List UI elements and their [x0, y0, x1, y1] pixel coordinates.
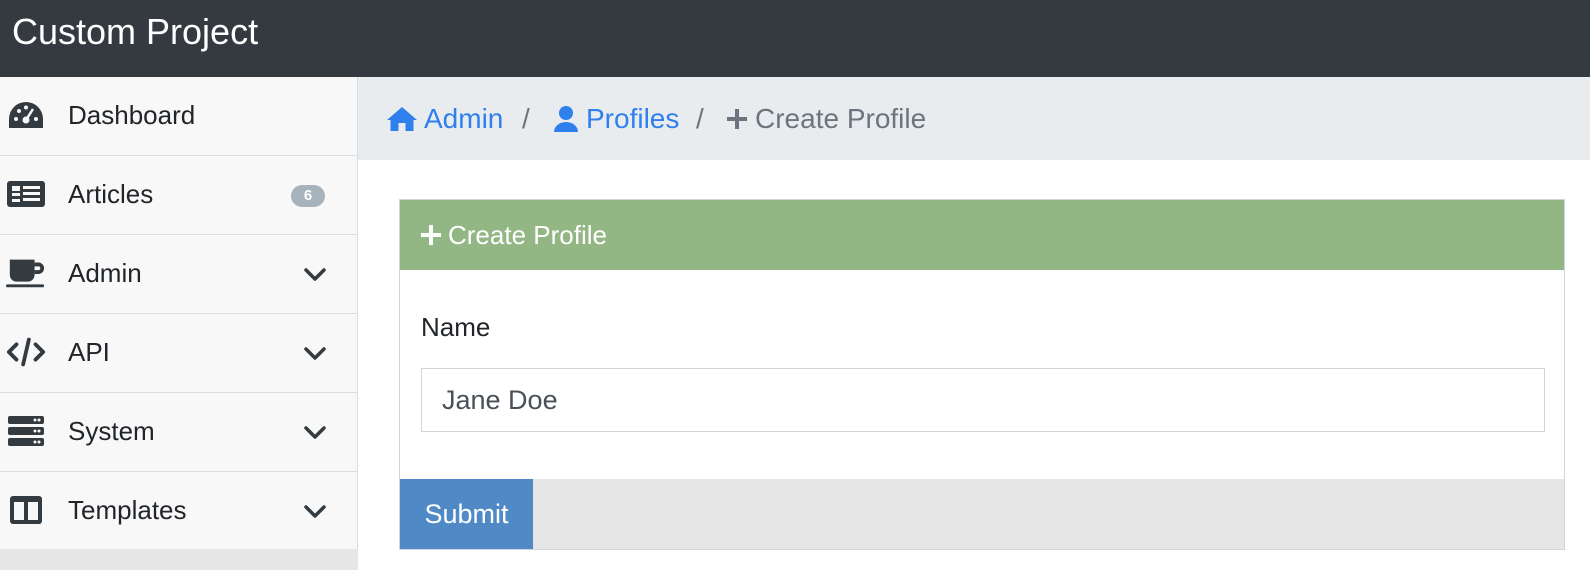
sidebar: Dashboard Articles 6 Admin API System Te…: [0, 77, 358, 570]
sidebar-item-label: API: [68, 337, 110, 367]
coffee-icon: [6, 255, 46, 291]
plus-icon: [421, 225, 441, 245]
name-label: Name: [421, 312, 491, 342]
server-icon: [6, 413, 46, 449]
chevron-down-icon[interactable]: [300, 497, 330, 527]
user-icon: [554, 106, 578, 132]
code-icon: [6, 334, 46, 370]
sidebar-item-admin[interactable]: Admin: [0, 235, 357, 314]
chevron-down-icon[interactable]: [300, 418, 330, 448]
sidebar-item-dashboard[interactable]: Dashboard: [0, 77, 357, 156]
sidebar-item-templates[interactable]: Templates: [0, 472, 357, 551]
breadcrumb-item-profiles[interactable]: Profiles: [552, 102, 679, 136]
sidebar-item-label: Dashboard: [68, 100, 196, 130]
sidebar-item-partial[interactable]: [0, 549, 358, 570]
breadcrumb-label: Admin: [424, 103, 504, 134]
sidebar-item-label: Templates: [68, 495, 187, 525]
card-header: Create Profile: [400, 200, 1564, 270]
chevron-down-icon[interactable]: [300, 260, 330, 290]
sidebar-item-api[interactable]: API: [0, 314, 357, 393]
top-navbar: Custom Project: [0, 0, 1590, 77]
sidebar-item-label: Articles: [68, 179, 154, 209]
tachometer-icon: [6, 97, 46, 133]
breadcrumb-separator: /: [522, 103, 530, 134]
create-profile-card: Create Profile Name Submit: [399, 199, 1565, 550]
sidebar-item-label: System: [68, 416, 155, 446]
home-icon: [387, 107, 417, 131]
breadcrumb: Admin / Profiles / Create Profile: [358, 77, 1590, 160]
plus-icon: [727, 109, 747, 129]
sidebar-item-label: Admin: [68, 258, 142, 288]
newspaper-icon: [6, 176, 46, 212]
sidebar-item-system[interactable]: System: [0, 393, 357, 472]
breadcrumb-item-admin[interactable]: Admin: [386, 102, 503, 136]
card-footer: Submit: [400, 479, 1564, 549]
sidebar-item-articles[interactable]: Articles 6: [0, 156, 357, 235]
submit-button[interactable]: Submit: [400, 479, 533, 549]
breadcrumb-label: Create Profile: [755, 103, 927, 134]
columns-icon: [6, 492, 46, 528]
breadcrumb-item-create-profile: Create Profile: [725, 102, 926, 136]
app-title[interactable]: Custom Project: [12, 10, 258, 54]
count-badge: 6: [291, 185, 325, 207]
chevron-down-icon[interactable]: [300, 339, 330, 369]
card-title: Create Profile: [448, 219, 607, 250]
breadcrumb-separator: /: [696, 103, 704, 134]
breadcrumb-label: Profiles: [586, 103, 680, 134]
name-field[interactable]: [421, 368, 1545, 432]
